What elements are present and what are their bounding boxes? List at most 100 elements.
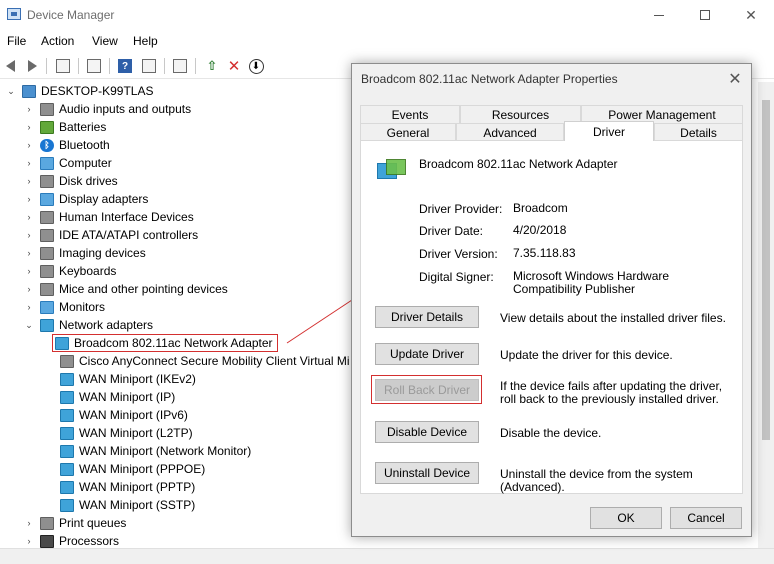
expand-icon[interactable]: › — [24, 122, 34, 132]
vertical-scrollbar[interactable] — [758, 82, 774, 548]
tree-item[interactable]: WAN Miniport (PPPOE) — [60, 460, 205, 478]
expand-icon[interactable]: › — [24, 212, 34, 222]
tree-item[interactable]: WAN Miniport (PPTP) — [60, 478, 195, 496]
tree-category[interactable]: › Monitors — [24, 298, 106, 316]
expand-icon[interactable]: › — [24, 104, 34, 114]
uninstall-icon[interactable]: ✕ — [225, 57, 243, 75]
update-driver-button[interactable]: Update Driver — [375, 343, 479, 365]
tree-category-label: Mice and other pointing devices — [59, 282, 228, 296]
menu-action[interactable]: Action — [41, 34, 74, 48]
network-adapter-icon — [60, 444, 74, 458]
tree-root[interactable]: ⌄ DESKTOP-K99TLAS — [6, 82, 153, 100]
tab-driver[interactable]: Driver — [564, 121, 654, 141]
tree-item[interactable]: Cisco AnyConnect Secure Mobility Client … — [60, 352, 350, 370]
expand-icon[interactable]: › — [24, 230, 34, 240]
driver-date-label: Driver Date: — [419, 224, 484, 238]
expand-icon[interactable]: › — [24, 140, 34, 150]
tree-category[interactable]: ⌄ Network adapters — [24, 316, 153, 334]
menu-help[interactable]: Help — [133, 34, 158, 48]
roll-back-driver-description: If the device fails after updating the d… — [500, 379, 723, 406]
disable-device-button[interactable]: Disable Device — [375, 421, 479, 443]
expand-icon[interactable]: › — [24, 302, 34, 312]
tree-item-selected[interactable]: Broadcom 802.11ac Network Adapter — [52, 334, 278, 352]
dialog-close-button[interactable]: ✕ — [724, 68, 746, 90]
device-tree: ⌄ DESKTOP-K99TLAS › Audio inputs and outp… — [0, 82, 350, 548]
tree-category[interactable]: › Imaging devices — [24, 244, 146, 262]
horizontal-scrollbar[interactable] — [0, 548, 774, 564]
close-button[interactable]: ✕ — [728, 0, 774, 30]
tree-category[interactable]: › ᛒ Bluetooth — [24, 136, 110, 154]
network-adapter-icon — [60, 372, 74, 386]
expand-icon[interactable]: › — [24, 536, 34, 546]
expand-icon[interactable]: › — [24, 158, 34, 168]
uninstall-device-button[interactable]: Uninstall Device — [375, 462, 479, 484]
forward-icon[interactable] — [23, 57, 41, 75]
processor-icon — [40, 534, 54, 548]
scrollbar-thumb[interactable] — [762, 100, 770, 440]
tree-item[interactable]: WAN Miniport (L2TP) — [60, 424, 193, 442]
tree-category[interactable]: › Keyboards — [24, 262, 117, 280]
update-driver-icon[interactable]: ⇧ — [203, 57, 221, 75]
toolbar-separator — [195, 58, 196, 74]
uninstall-device-description: Uninstall the device from the system (Ad… — [500, 467, 693, 494]
roll-back-driver-button[interactable]: Roll Back Driver — [375, 379, 479, 401]
tree-category[interactable]: › Computer — [24, 154, 112, 172]
expand-icon[interactable]: › — [24, 194, 34, 204]
tree-category[interactable]: › IDE ATA/ATAPI controllers — [24, 226, 199, 244]
tree-item-label: WAN Miniport (IKEv2) — [79, 372, 196, 386]
tab-details[interactable]: Details — [654, 123, 743, 141]
menu-view[interactable]: View — [92, 34, 118, 48]
maximize-button[interactable] — [682, 0, 728, 30]
tree-item[interactable]: WAN Miniport (IKEv2) — [60, 370, 196, 388]
tree-category[interactable]: › Print queues — [24, 514, 127, 532]
tree-category[interactable]: › Display adapters — [24, 190, 149, 208]
tree-category-label: Processors — [59, 534, 120, 548]
driver-provider-label: Driver Provider: — [419, 202, 503, 216]
tree-category[interactable]: › Processors — [24, 532, 120, 548]
collapse-icon[interactable]: ⌄ — [24, 320, 34, 331]
tree-category-label: Human Interface Devices — [59, 210, 194, 224]
maximize-icon — [700, 10, 710, 20]
expand-icon[interactable]: › — [24, 266, 34, 276]
tree-category-label: Keyboards — [59, 264, 117, 278]
digital-signer-label: Digital Signer: — [419, 270, 494, 284]
tree-category[interactable]: › Batteries — [24, 118, 107, 136]
digital-signer-value: Microsoft Windows Hardware Compatibility… — [513, 269, 670, 296]
menu-file[interactable]: File — [7, 34, 26, 48]
expand-icon[interactable]: › — [24, 284, 34, 294]
properties-icon[interactable] — [85, 57, 103, 75]
tree-item[interactable]: WAN Miniport (Network Monitor) — [60, 442, 251, 460]
view-icon[interactable] — [140, 57, 158, 75]
tree-item[interactable]: WAN Miniport (SSTP) — [60, 496, 195, 514]
keyboard-icon — [40, 264, 54, 278]
display-adapter-icon — [40, 192, 54, 206]
tree-category[interactable]: › Human Interface Devices — [24, 208, 194, 226]
printer-icon — [40, 516, 54, 530]
collapse-icon[interactable]: ⌄ — [6, 86, 16, 97]
tree-item-label: WAN Miniport (PPPOE) — [79, 462, 206, 476]
cancel-button[interactable]: Cancel — [670, 507, 742, 529]
tree-category[interactable]: › Disk drives — [24, 172, 118, 190]
download-icon[interactable]: ⬇ — [247, 57, 265, 75]
show-hide-console-tree-icon[interactable] — [54, 57, 72, 75]
expand-icon[interactable]: › — [24, 176, 34, 186]
tab-general[interactable]: General — [360, 123, 456, 141]
help-icon[interactable]: ? — [116, 57, 134, 75]
close-icon: ✕ — [728, 71, 742, 88]
expand-icon[interactable]: › — [24, 518, 34, 528]
tree-item[interactable]: WAN Miniport (IP) — [60, 388, 175, 406]
tree-category-label: Disk drives — [59, 174, 118, 188]
tab-advanced[interactable]: Advanced — [456, 123, 564, 141]
expand-icon[interactable]: › — [24, 248, 34, 258]
driver-details-button[interactable]: Driver Details — [375, 306, 479, 328]
minimize-button[interactable] — [636, 0, 682, 30]
tree-category[interactable]: › Mice and other pointing devices — [24, 280, 228, 298]
tree-category[interactable]: › Audio inputs and outputs — [24, 100, 192, 118]
tab-events[interactable]: Events — [360, 105, 460, 123]
back-icon[interactable] — [1, 57, 19, 75]
scan-hardware-icon[interactable] — [171, 57, 189, 75]
network-adapter-icon — [60, 408, 74, 422]
ok-button[interactable]: OK — [590, 507, 662, 529]
tree-item[interactable]: WAN Miniport (IPv6) — [60, 406, 188, 424]
tab-resources[interactable]: Resources — [460, 105, 581, 123]
